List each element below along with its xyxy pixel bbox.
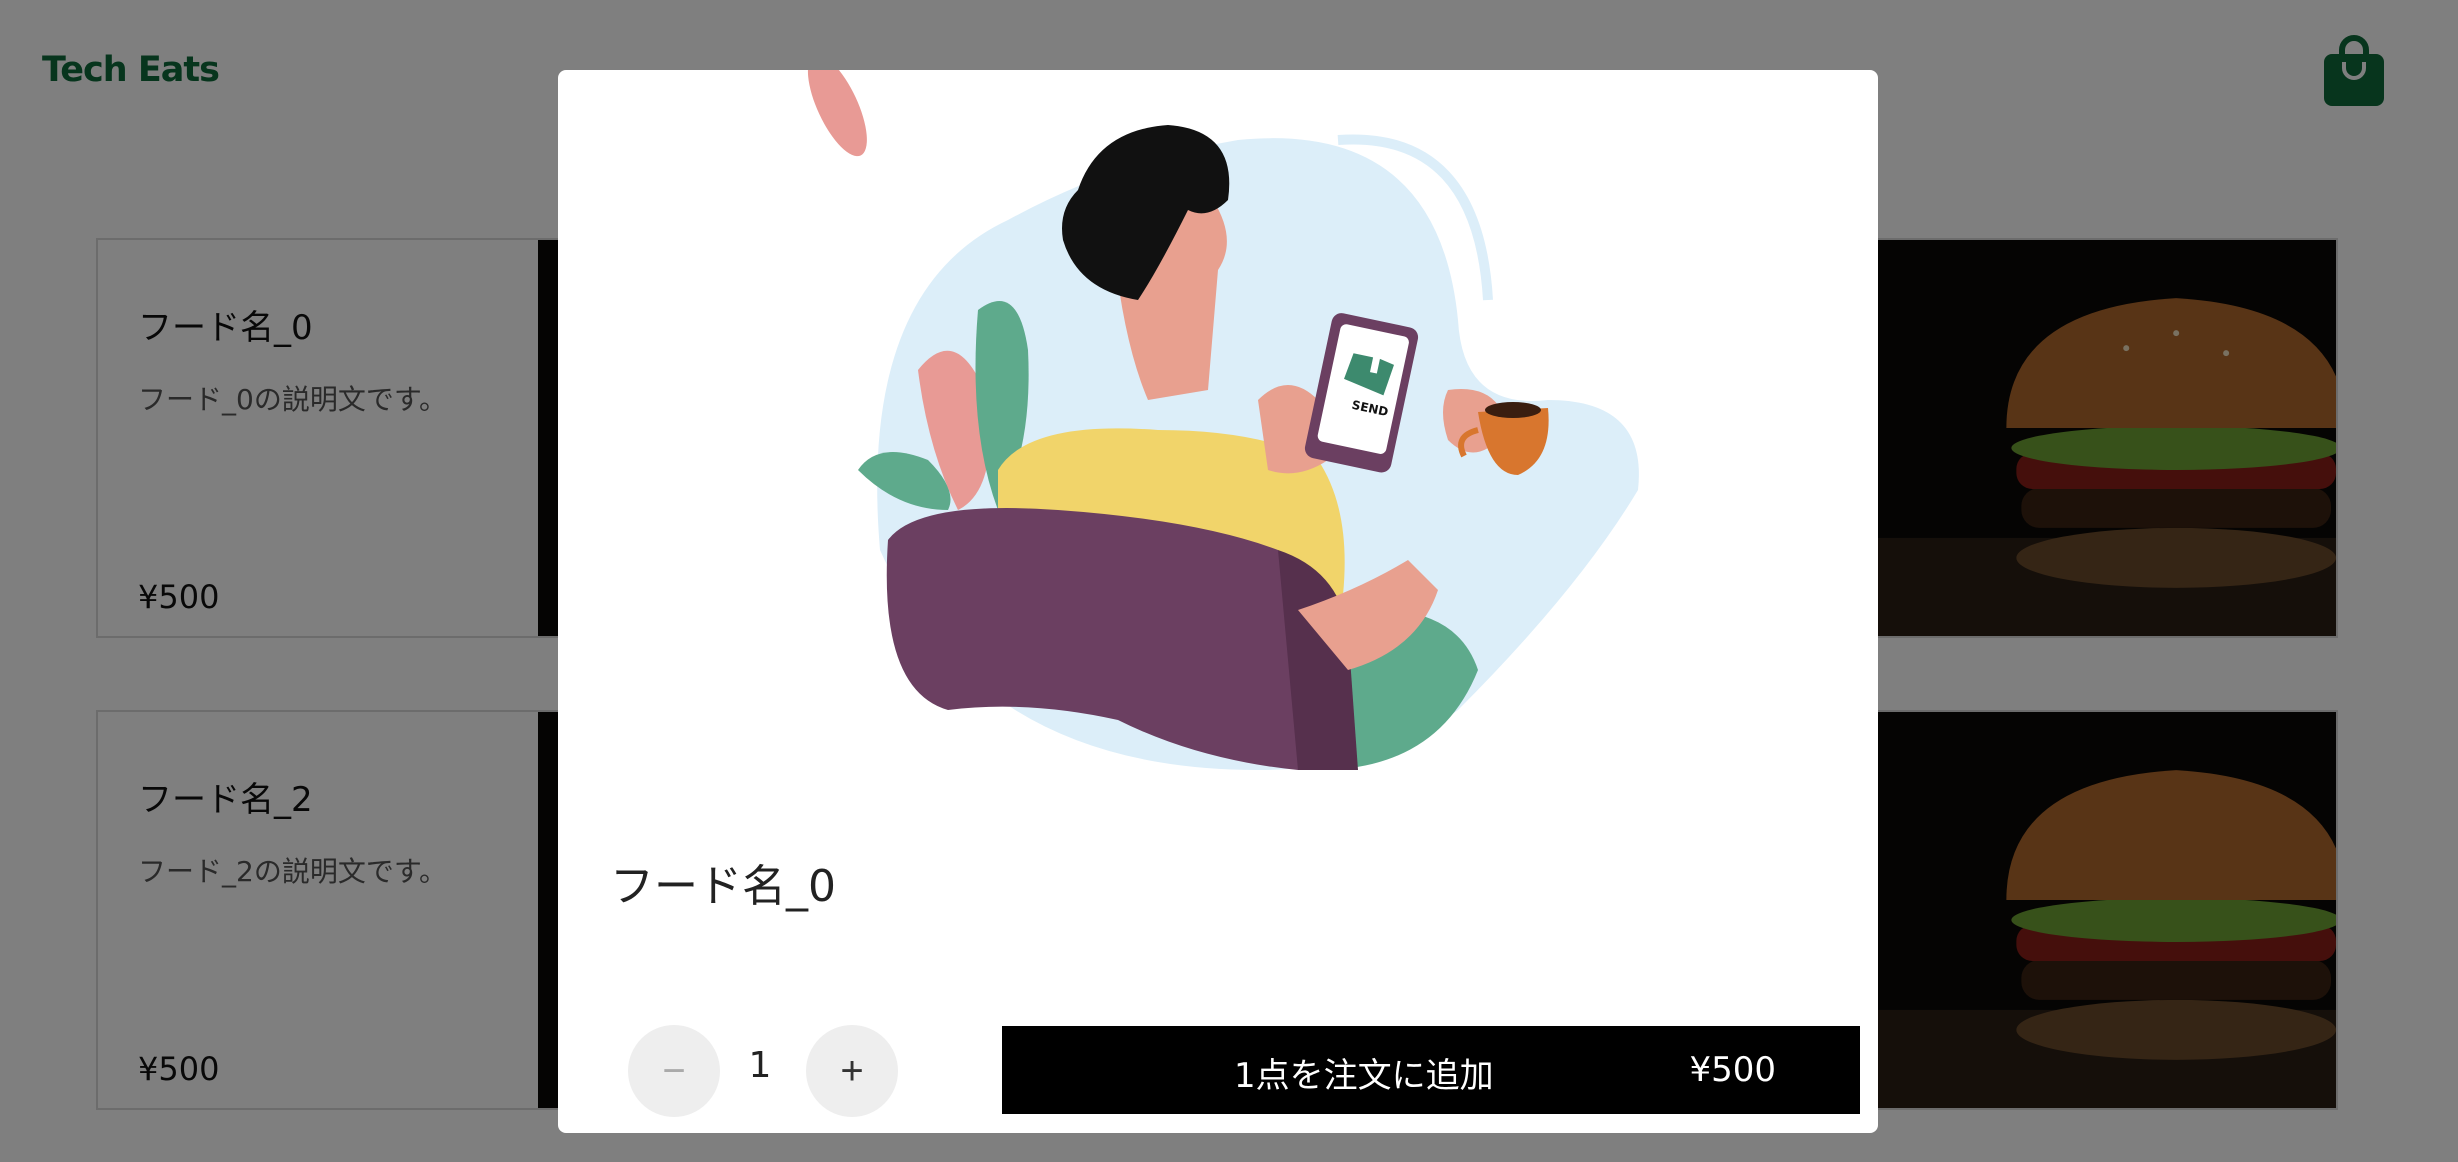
food-detail-modal: SEND フード名_0 − 1 + 1点を注文に追加 ¥500 (558, 70, 1878, 1133)
food-illustration: SEND (558, 70, 1878, 810)
add-to-order-button[interactable]: 1点を注文に追加 ¥500 (1002, 1026, 1860, 1114)
add-to-order-price: ¥500 (1689, 1050, 1776, 1090)
modal-food-name: フード名_0 (610, 861, 836, 912)
add-to-order-label: 1点を注文に追加 (1234, 1056, 1494, 1096)
quantity-value: 1 (748, 1045, 772, 1086)
increase-quantity-button[interactable]: + (806, 1025, 898, 1117)
decrease-quantity-button[interactable]: − (628, 1025, 720, 1117)
ordering-illustration: SEND (807, 70, 1639, 770)
